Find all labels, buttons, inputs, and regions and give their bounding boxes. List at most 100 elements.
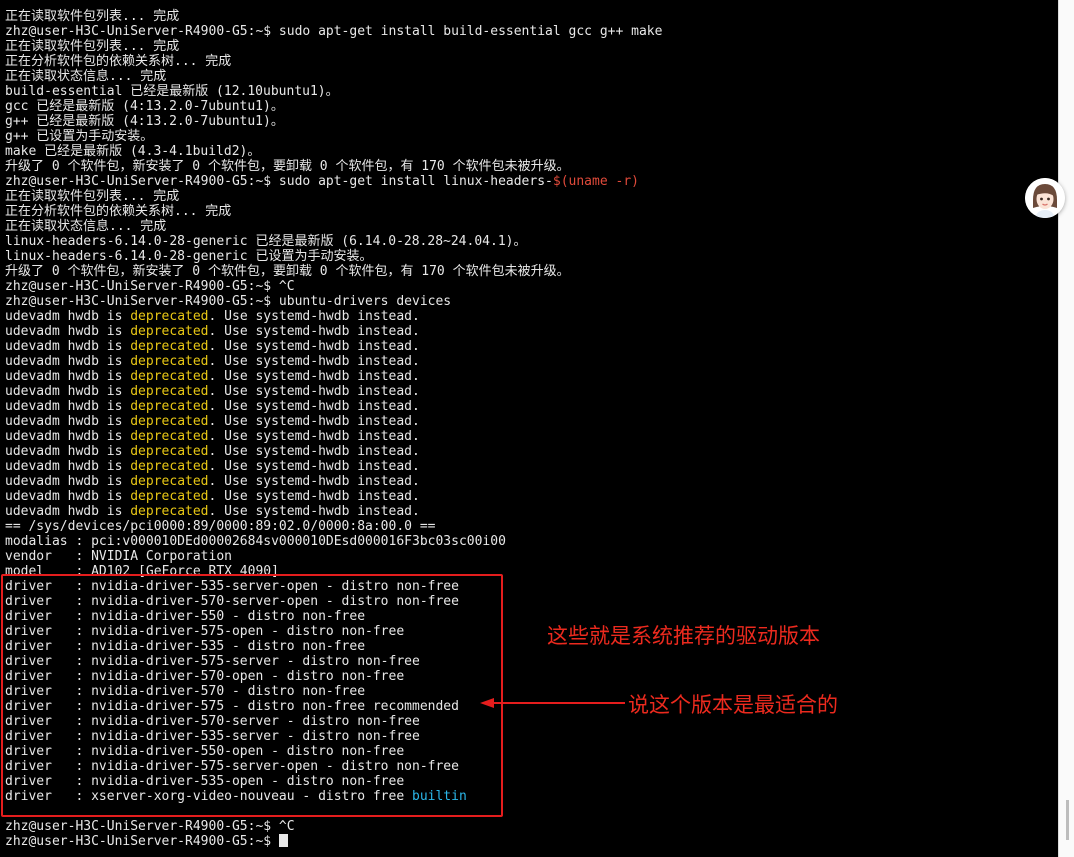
scrollbar-thumb[interactable] xyxy=(1066,800,1069,840)
terminal-text: deprecated xyxy=(130,489,209,504)
terminal-text: udevadm hwdb is xyxy=(5,339,131,354)
terminal-line: modalias : pci:v000010DEd00002684sv00001… xyxy=(5,534,662,549)
terminal-line: zhz@user-H3C-UniServer-R4900-G5:~$ sudo … xyxy=(5,174,662,189)
terminal-line: udevadm hwdb is deprecated. Use systemd-… xyxy=(5,489,662,504)
terminal-text: deprecated xyxy=(130,309,209,324)
terminal-text: . Use systemd-hwdb instead. xyxy=(208,414,420,429)
terminal-text: . Use systemd-hwdb instead. xyxy=(208,429,420,444)
terminal-line: 正在读取软件包列表... 完成 xyxy=(5,39,662,54)
terminal-line: 正在读取软件包列表... 完成 xyxy=(5,189,662,204)
terminal-line: udevadm hwdb is deprecated. Use systemd-… xyxy=(5,444,662,459)
terminal-text: 正在读取软件包列表... 完成 xyxy=(5,189,180,204)
terminal-text: 正在读取状态信息... 完成 xyxy=(5,69,167,84)
terminal-line: udevadm hwdb is deprecated. Use systemd-… xyxy=(5,459,662,474)
terminal-text: udevadm hwdb is xyxy=(5,444,131,459)
terminal-line: 正在读取软件包列表... 完成 xyxy=(5,9,662,24)
terminal-text: udevadm hwdb is xyxy=(5,504,131,519)
terminal-line: g++ 已设置为手动安装。 xyxy=(5,129,662,144)
terminal-text: . Use systemd-hwdb instead. xyxy=(208,384,420,399)
terminal-text: deprecated xyxy=(130,429,209,444)
terminal-text: vendor : NVIDIA Corporation xyxy=(5,549,232,564)
terminal-text: . Use systemd-hwdb instead. xyxy=(208,459,420,474)
terminal-line: 升级了 0 个软件包，新安装了 0 个软件包，要卸载 0 个软件包，有 170 … xyxy=(5,159,662,174)
terminal-text: gcc 已经是最新版 (4:13.2.0-7ubuntu1)。 xyxy=(5,99,284,114)
terminal-line: udevadm hwdb is deprecated. Use systemd-… xyxy=(5,384,662,399)
terminal-line: g++ 已经是最新版 (4:13.2.0-7ubuntu1)。 xyxy=(5,114,662,129)
terminal-text: 正在分析软件包的依赖关系树... 完成 xyxy=(5,204,232,219)
terminal-line: 正在分析软件包的依赖关系树... 完成 xyxy=(5,54,662,69)
terminal-text: zhz@user-H3C-UniServer-R4900-G5:~$ sudo … xyxy=(5,174,553,189)
terminal-text: udevadm hwdb is xyxy=(5,324,131,339)
terminal-text: zhz@user-H3C-UniServer-R4900-G5:~$ ^C xyxy=(5,819,295,834)
terminal-text: $(uname -r) xyxy=(552,174,639,189)
terminal-text: deprecated xyxy=(130,444,209,459)
terminal-text: udevadm hwdb is xyxy=(5,354,131,369)
terminal-text: 正在读取软件包列表... 完成 xyxy=(5,39,180,54)
terminal-line: == /sys/devices/pci0000:89/0000:89:02.0/… xyxy=(5,519,662,534)
annotation-arrow xyxy=(480,698,625,708)
terminal-text: 正在读取状态信息... 完成 xyxy=(5,219,167,234)
terminal-text: udevadm hwdb is xyxy=(5,309,131,324)
terminal-line: udevadm hwdb is deprecated. Use systemd-… xyxy=(5,414,662,429)
vertical-scrollbar[interactable] xyxy=(1058,0,1074,857)
terminal-line: zhz@user-H3C-UniServer-R4900-G5:~$ xyxy=(5,834,662,849)
terminal-line: 升级了 0 个软件包，新安装了 0 个软件包，要卸载 0 个软件包，有 170 … xyxy=(5,264,662,279)
terminal-text: g++ 已经是最新版 (4:13.2.0-7ubuntu1)。 xyxy=(5,114,284,129)
text-cursor xyxy=(278,834,288,847)
terminal-text: . Use systemd-hwdb instead. xyxy=(208,399,420,414)
terminal-text: deprecated xyxy=(130,354,209,369)
terminal-text: 正在读取软件包列表... 完成 xyxy=(5,9,180,24)
terminal-line: 正在读取状态信息... 完成 xyxy=(5,69,662,84)
terminal-line: udevadm hwdb is deprecated. Use systemd-… xyxy=(5,354,662,369)
terminal-text: zhz@user-H3C-UniServer-R4900-G5:~$ ubunt… xyxy=(5,294,452,309)
terminal-text: udevadm hwdb is xyxy=(5,489,131,504)
terminal-text: . Use systemd-hwdb instead. xyxy=(208,489,420,504)
terminal-text: modalias : pci:v000010DEd00002684sv00001… xyxy=(5,534,506,549)
terminal-text: 正在分析软件包的依赖关系树... 完成 xyxy=(5,54,232,69)
terminal-line: 正在读取状态信息... 完成 xyxy=(5,219,662,234)
terminal-line: udevadm hwdb is deprecated. Use systemd-… xyxy=(5,309,662,324)
terminal-text: udevadm hwdb is xyxy=(5,414,131,429)
terminal-text: deprecated xyxy=(130,324,209,339)
terminal-line: udevadm hwdb is deprecated. Use systemd-… xyxy=(5,339,662,354)
terminal-line: zhz@user-H3C-UniServer-R4900-G5:~$ ^C xyxy=(5,279,662,294)
terminal-line: linux-headers-6.14.0-28-generic 已经是最新版 (… xyxy=(5,234,662,249)
terminal-text: . Use systemd-hwdb instead. xyxy=(208,324,420,339)
terminal-text: zhz@user-H3C-UniServer-R4900-G5:~$ sudo … xyxy=(5,24,663,39)
terminal-line: zhz@user-H3C-UniServer-R4900-G5:~$ ubunt… xyxy=(5,294,662,309)
assistant-avatar-icon[interactable] xyxy=(1025,178,1065,218)
terminal-line: build-essential 已经是最新版 (12.10ubuntu1)。 xyxy=(5,84,662,99)
terminal-text: 升级了 0 个软件包，新安装了 0 个软件包，要卸载 0 个软件包，有 170 … xyxy=(5,264,570,279)
terminal-text: . Use systemd-hwdb instead. xyxy=(208,309,420,324)
terminal-text: zhz@user-H3C-UniServer-R4900-G5:~$ ^C xyxy=(5,279,295,294)
terminal-line: 正在分析软件包的依赖关系树... 完成 xyxy=(5,204,662,219)
terminal-text: linux-headers-6.14.0-28-generic 已设置为手动安装… xyxy=(5,249,373,264)
terminal-text: udevadm hwdb is xyxy=(5,429,131,444)
terminal-text: . Use systemd-hwdb instead. xyxy=(208,339,420,354)
terminal-line: udevadm hwdb is deprecated. Use systemd-… xyxy=(5,399,662,414)
terminal-line: udevadm hwdb is deprecated. Use systemd-… xyxy=(5,369,662,384)
terminal-text: udevadm hwdb is xyxy=(5,459,131,474)
terminal-text: g++ 已设置为手动安装。 xyxy=(5,129,154,144)
terminal-line: udevadm hwdb is deprecated. Use systemd-… xyxy=(5,429,662,444)
terminal-line: gcc 已经是最新版 (4:13.2.0-7ubuntu1)。 xyxy=(5,99,662,114)
terminal-line: udevadm hwdb is deprecated. Use systemd-… xyxy=(5,504,662,519)
terminal-text: deprecated xyxy=(130,384,209,399)
terminal-text: udevadm hwdb is xyxy=(5,474,131,489)
terminal-text: make 已经是最新版 (4.3-4.1build2)。 xyxy=(5,144,261,159)
terminal-text: deprecated xyxy=(130,459,209,474)
terminal-text: 升级了 0 个软件包，新安装了 0 个软件包，要卸载 0 个软件包，有 170 … xyxy=(5,159,570,174)
terminal-text: udevadm hwdb is xyxy=(5,399,131,414)
terminal-text: . Use systemd-hwdb instead. xyxy=(208,474,420,489)
terminal-text: . Use systemd-hwdb instead. xyxy=(208,369,420,384)
terminal-line: udevadm hwdb is deprecated. Use systemd-… xyxy=(5,474,662,489)
terminal-line: zhz@user-H3C-UniServer-R4900-G5:~$ ^C xyxy=(5,819,662,834)
terminal-line: zhz@user-H3C-UniServer-R4900-G5:~$ sudo … xyxy=(5,24,662,39)
terminal-line: make 已经是最新版 (4.3-4.1build2)。 xyxy=(5,144,662,159)
terminal-text: zhz@user-H3C-UniServer-R4900-G5:~$ xyxy=(5,834,279,849)
terminal-text: udevadm hwdb is xyxy=(5,369,131,384)
terminal-text: deprecated xyxy=(130,339,209,354)
terminal-text: deprecated xyxy=(130,399,209,414)
terminal-text: . Use systemd-hwdb instead. xyxy=(208,354,420,369)
annotation-best-fit-driver: 说这个版本是最适合的 xyxy=(628,693,838,717)
